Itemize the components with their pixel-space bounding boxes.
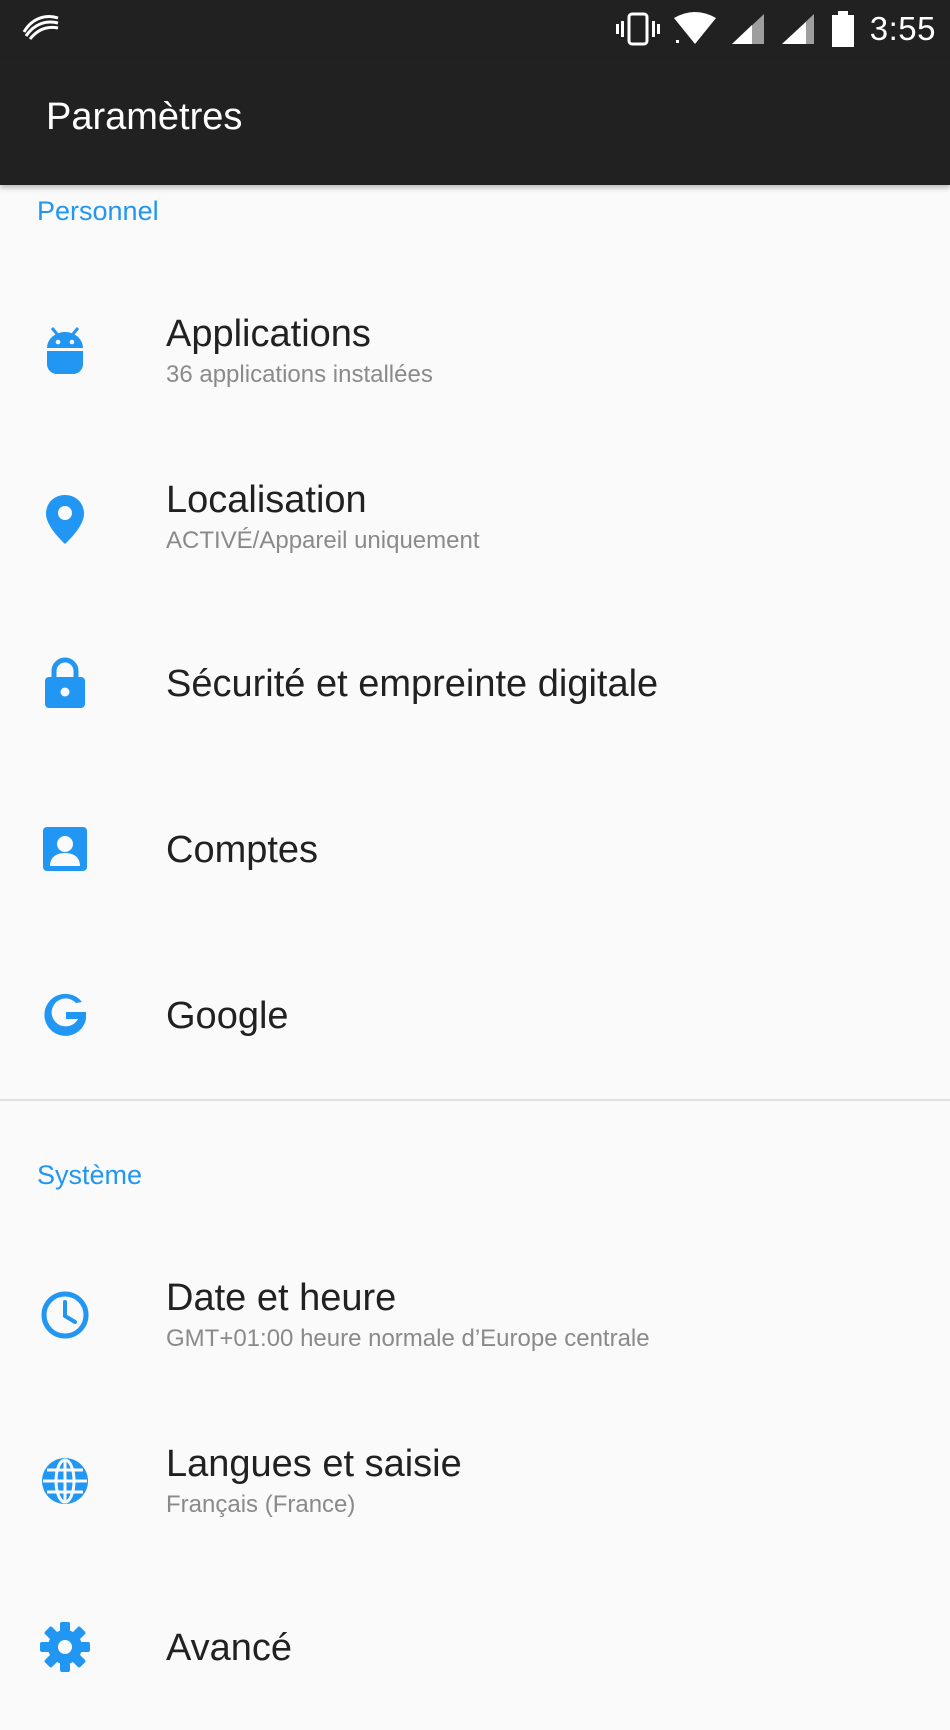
item-title: Comptes: [166, 829, 319, 871]
item-subtitle: ACTIVÉ/Appareil uniquement: [166, 527, 480, 554]
vibrate-icon: [615, 12, 660, 46]
section-divider: [0, 1099, 950, 1101]
signal-icon: [731, 14, 764, 44]
item-title: Applications: [166, 313, 371, 355]
settings-item-location[interactable]: Localisation ACTIVÉ/Appareil uniquement: [0, 434, 950, 600]
item-title: Localisation: [166, 479, 367, 521]
settings-item-security[interactable]: Sécurité et empreinte digitale: [0, 600, 950, 766]
section-header-personnel: Personnel: [37, 196, 159, 226]
item-subtitle: GMT+01:00 heure normale d’Europe central…: [166, 1325, 650, 1352]
settings-item-date-time[interactable]: Date et heure GMT+01:00 heure normale d’…: [0, 1232, 950, 1398]
item-subtitle: Français (France): [166, 1491, 356, 1518]
page-title: Paramètres: [46, 96, 243, 138]
status-bar: 3:55: [0, 0, 950, 58]
clock-icon: [38, 1288, 92, 1342]
status-time: 3:55: [869, 10, 936, 47]
settings-item-advanced[interactable]: Avancé: [0, 1564, 950, 1730]
item-subtitle: 36 applications installées: [166, 361, 433, 388]
settings-item-google[interactable]: Google: [0, 932, 950, 1098]
battery-icon: [831, 11, 854, 47]
gear-icon: [38, 1620, 92, 1674]
swiftkey-icon: [22, 15, 59, 40]
settings-item-applications[interactable]: Applications 36 applications installées: [0, 268, 950, 434]
item-title: Sécurité et empreinte digitale: [166, 663, 659, 705]
section-header-system: Système: [37, 1160, 143, 1190]
google-icon: [38, 988, 92, 1042]
app-bar: Paramètres: [0, 58, 950, 185]
item-title: Avancé: [166, 1627, 293, 1669]
account-box-icon: [38, 822, 92, 876]
wifi-icon: [673, 12, 716, 44]
settings-item-languages[interactable]: Langues et saisie Français (France): [0, 1398, 950, 1564]
location-pin-icon: [38, 492, 92, 546]
item-title: Date et heure: [166, 1277, 397, 1319]
settings-item-accounts[interactable]: Comptes: [0, 766, 950, 932]
status-icons: 3:55: [615, 0, 936, 58]
lock-icon: [38, 656, 92, 710]
globe-icon: [38, 1454, 92, 1508]
item-title: Google: [166, 995, 289, 1037]
android-icon: [38, 324, 92, 378]
signal-icon-2: [781, 14, 814, 44]
item-title: Langues et saisie: [166, 1443, 462, 1485]
